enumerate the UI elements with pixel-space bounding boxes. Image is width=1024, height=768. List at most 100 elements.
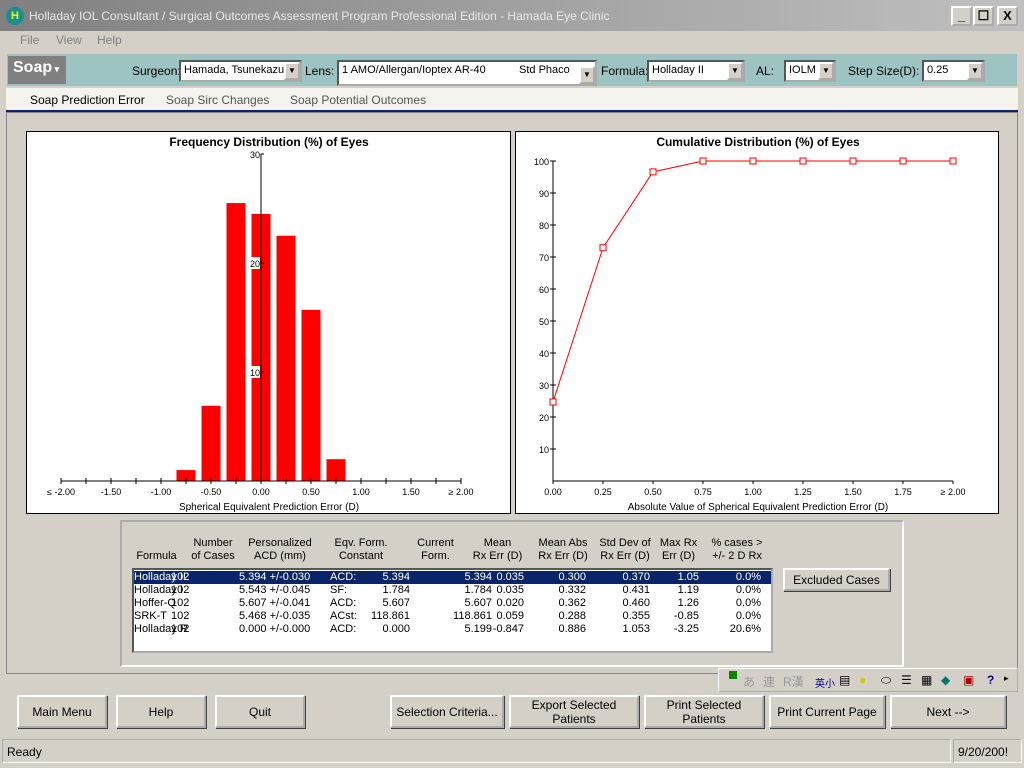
window-title: Holladay IOL Consultant / Surgical Outco…	[29, 9, 610, 23]
table-cell: 1.19	[677, 584, 699, 596]
ime-options-icon[interactable]: ▸	[1004, 673, 1009, 684]
tab-soap-sirc-changes[interactable]: Soap Sirc Changes	[166, 93, 269, 107]
ime-pad-icon[interactable]: ▤	[839, 673, 850, 687]
column-header: Number of Cases	[191, 537, 235, 562]
al-select[interactable]: IOLM ▼	[784, 60, 836, 82]
surgeon-select[interactable]: Hamada, Tsunekazu ▼	[179, 60, 302, 82]
tab-soap-potential-outcomes[interactable]: Soap Potential Outcomes	[290, 93, 426, 107]
next-button[interactable]: Next -->	[890, 695, 1006, 728]
table-cell: 5.607	[464, 597, 492, 609]
column-header: Current Form.	[417, 537, 454, 562]
column-header: Mean Abs Rx Err (D)	[538, 537, 588, 562]
x-tick-label: 0.25	[594, 487, 612, 497]
table-cell: 0.460	[622, 597, 650, 609]
status-text: Ready	[2, 739, 951, 763]
table-cell: 1.784	[464, 584, 492, 596]
x-axis-label: Spherical Equivalent Prediction Error (D…	[179, 502, 359, 513]
menu-file[interactable]: File	[20, 33, 39, 47]
lens-select[interactable]: 1 AMO/Allergan/Ioptex AR-40 Std Phaco ▼	[337, 60, 597, 86]
table-cell: 102	[171, 597, 190, 609]
table-cell: 0.355	[622, 610, 650, 622]
table-cell: 0.362	[558, 597, 586, 609]
bar	[226, 203, 246, 482]
soap-menu-button[interactable]: Soap ▾	[8, 56, 66, 84]
ime-kanji-button[interactable]: R漢	[783, 673, 804, 690]
data-point	[649, 168, 657, 176]
y-tick-label: 40	[539, 349, 549, 359]
table-row[interactable]: Hoffer-Q 102 5.607 +/-0.041 ACD: 5.607 5.607 0…	[134, 597, 771, 610]
column-header: Formula	[136, 550, 177, 562]
ime-hiragana-button[interactable]: あ	[743, 673, 755, 690]
x-tick-label: 1.00	[744, 487, 762, 497]
ime-disc-icon[interactable]: ⬭	[881, 673, 891, 688]
step-size-select[interactable]: 0.25 ▼	[922, 60, 985, 82]
y-tick-label: 50	[539, 317, 549, 327]
chevron-down-icon[interactable]: ▼	[284, 62, 300, 80]
table-cell: 118.861	[453, 610, 492, 622]
minimize-button[interactable]: _	[951, 6, 972, 26]
ime-help-icon[interactable]: ?	[987, 673, 994, 687]
chevron-down-icon[interactable]: ▼	[967, 62, 983, 80]
x-tick-label: 1.75	[894, 487, 912, 497]
ime-convert-icon[interactable]: ☰	[901, 673, 912, 687]
chevron-down-icon[interactable]: ▼	[727, 62, 743, 80]
print-selected-patients-button[interactable]: Print Selected Patients	[644, 695, 764, 728]
table-cell: 0.332	[558, 584, 586, 596]
tab-soap-prediction-error[interactable]: Soap Prediction Error	[30, 93, 145, 107]
ime-eisho-button[interactable]: 英小	[815, 675, 835, 690]
table-cell: ACD:	[330, 571, 357, 583]
formula-list[interactable]: Holladay II 102 5.394 +/-0.030 ACD: 5.394 5.3…	[132, 568, 773, 653]
x-tick-label: 0.00	[252, 487, 270, 497]
quit-button[interactable]: Quit	[215, 695, 305, 728]
chart-title: Cumulative Distribution (%) of Eyes	[656, 135, 860, 149]
table-cell: 102	[171, 610, 190, 622]
table-cell: 0.035	[496, 571, 524, 583]
ime-dictionary-icon[interactable]: ●	[859, 673, 866, 687]
table-cell: 5.394	[464, 571, 492, 583]
table-cell: 0.059	[496, 610, 524, 622]
ime-tag-icon[interactable]: ◆	[941, 673, 950, 687]
main-menu-button[interactable]: Main Menu	[17, 695, 107, 728]
selection-criteria-button[interactable]: Selection Criteria...	[390, 695, 504, 728]
print-current-page-button[interactable]: Print Current Page	[769, 695, 885, 728]
ime-properties-icon[interactable]: ▦	[921, 673, 932, 687]
menu-help[interactable]: Help	[97, 33, 122, 47]
step-size-label: Step Size(D):	[848, 64, 920, 78]
x-tick-label: 0.50	[302, 487, 320, 497]
table-row[interactable]: SRK-T 102 5.468 +/-0.035 ACst: 118.861 118.86…	[134, 610, 771, 623]
table-cell: 5.607	[382, 597, 410, 609]
data-point	[599, 244, 607, 252]
table-cell: -0.85	[673, 610, 699, 622]
table-row[interactable]: Holladay II 102 5.394 +/-0.030 ACD: 5.394 5.3…	[134, 571, 771, 584]
table-cell: 0.000 +/-0.000	[239, 623, 311, 635]
table-cell: ACD:	[330, 623, 357, 635]
chevron-down-icon[interactable]: ▼	[579, 66, 595, 84]
chevron-down-icon[interactable]: ▼	[818, 62, 834, 80]
ime-ren-button[interactable]: 連	[763, 673, 775, 690]
maximize-button[interactable]: ☐	[973, 6, 994, 26]
column-header: Std Dev of Rx Err (D)	[599, 537, 651, 562]
help-button[interactable]: Help	[116, 695, 206, 728]
chart-title: Frequency Distribution (%) of Eyes	[169, 135, 369, 149]
status-date: 9/20/200!	[953, 739, 1022, 763]
bar	[326, 459, 346, 481]
al-value: IOLM	[789, 64, 816, 76]
excluded-cases-button[interactable]: Excluded Cases	[783, 568, 890, 591]
table-cell: 5.543 +/-0.045	[239, 584, 311, 596]
ime-book-icon[interactable]: ▣	[963, 673, 974, 687]
y-tick-label: 10	[539, 445, 549, 455]
formula-select[interactable]: Holladay II ▼	[647, 60, 745, 82]
x-tick-label: ≤ -2.00	[47, 487, 75, 497]
table-cell: 0.000	[382, 623, 410, 635]
menu-view[interactable]: View	[56, 33, 82, 47]
table-row[interactable]: Holladay I 102 5.543 +/-0.045 SF: 1.784 1.784…	[134, 584, 771, 597]
table-cell: -0.847	[492, 623, 524, 635]
table-cell: -3.25	[673, 623, 699, 635]
export-selected-patients-button[interactable]: Export Selected Patients	[509, 695, 639, 728]
close-button[interactable]: X	[997, 6, 1018, 26]
table-cell: 118.861	[371, 610, 410, 622]
table-cell: 1.26	[677, 597, 699, 609]
data-point	[749, 157, 757, 165]
table-row[interactable]: Holladay R 102 0.000 +/-0.000 ACD: 0.000 5.19…	[134, 623, 771, 636]
surgeon-value: Hamada, Tsunekazu	[184, 64, 285, 76]
